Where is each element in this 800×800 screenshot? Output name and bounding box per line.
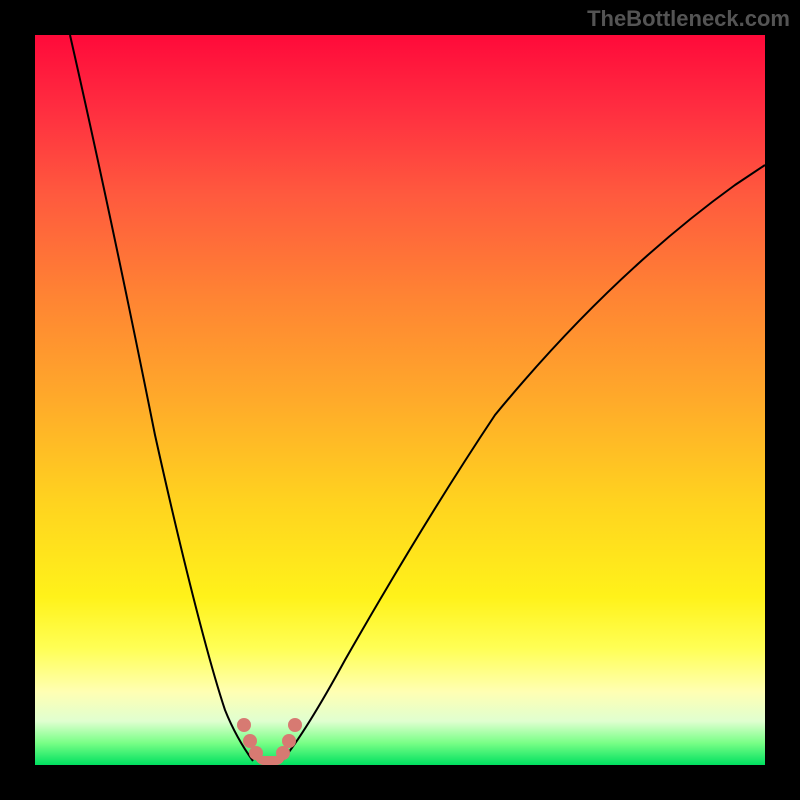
attribution-text: TheBottleneck.com — [587, 6, 790, 32]
valley-base — [255, 756, 285, 765]
curve-right-branch — [282, 165, 765, 761]
valley-bump-left-1 — [237, 718, 251, 732]
chart-plot-area — [35, 35, 765, 765]
curve-left-branch — [70, 35, 253, 761]
valley-bump-right-3 — [288, 718, 302, 732]
curve-layer — [35, 35, 765, 765]
